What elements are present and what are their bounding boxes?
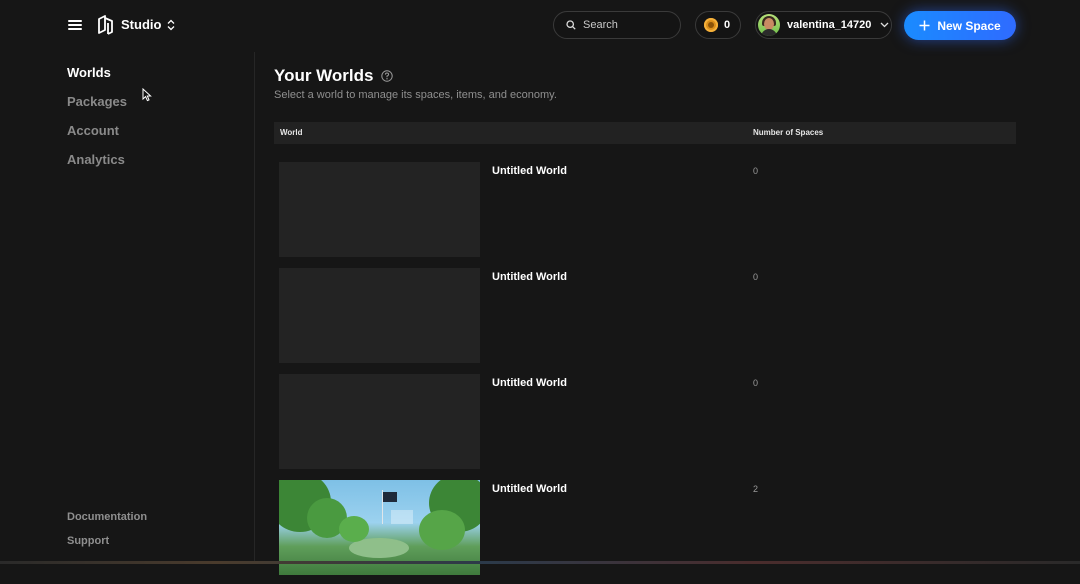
table-row[interactable]: Untitled World 2: [274, 478, 1016, 584]
search-box[interactable]: [553, 11, 681, 39]
plus-icon: [919, 20, 930, 31]
updown-chevron-icon: [167, 19, 175, 30]
world-name: Untitled World: [492, 165, 567, 177]
page-title-group: Your Worlds: [274, 66, 393, 86]
world-name: Untitled World: [492, 271, 567, 283]
user-menu[interactable]: valentina_14720: [755, 11, 892, 39]
table-row[interactable]: Untitled World 0: [274, 160, 1016, 266]
search-icon: [566, 20, 576, 30]
space-count: 0: [753, 272, 759, 282]
username: valentina_14720: [787, 19, 872, 31]
world-thumbnail: [279, 268, 480, 363]
new-space-button[interactable]: New Space: [904, 11, 1016, 40]
page-title: Your Worlds: [274, 66, 374, 85]
chevron-down-icon: [880, 22, 889, 28]
coin-count: 0: [724, 19, 731, 31]
table-row[interactable]: Untitled World 0: [274, 372, 1016, 478]
world-thumbnail: [279, 162, 480, 257]
sidebar-item-analytics[interactable]: Analytics: [67, 151, 127, 180]
logo-icon[interactable]: [96, 15, 116, 35]
new-space-label: New Space: [937, 18, 1001, 33]
space-count: 0: [753, 166, 759, 176]
coin-balance[interactable]: 0: [695, 11, 741, 39]
space-count: 0: [753, 378, 759, 388]
studio-switcher[interactable]: Studio: [121, 17, 175, 32]
help-icon[interactable]: [380, 70, 393, 82]
coin-icon: [704, 18, 718, 32]
worlds-table: Untitled World 0 Untitled World 0 Untitl…: [274, 160, 1016, 584]
avatar: [758, 14, 780, 36]
sidebar-item-worlds[interactable]: Worlds: [67, 64, 127, 93]
documentation-link[interactable]: Documentation: [67, 510, 147, 534]
sidebar: Worlds Packages Account Analytics Docume…: [0, 52, 255, 564]
world-name: Untitled World: [492, 483, 567, 495]
top-bar: Studio 0 valentina_14720 New Space: [0, 0, 1080, 52]
sidebar-item-account[interactable]: Account: [67, 122, 127, 151]
world-thumbnail: [279, 374, 480, 469]
search-input[interactable]: [583, 19, 669, 31]
column-header-spaces: Number of Spaces: [753, 128, 824, 137]
sidebar-footer: Documentation Support: [67, 510, 147, 558]
column-header-world: World: [280, 128, 303, 137]
page-subtitle: Select a world to manage its spaces, ite…: [274, 89, 557, 101]
cursor-icon: [142, 88, 152, 102]
table-header: World Number of Spaces: [274, 122, 1016, 144]
space-count: 2: [753, 484, 759, 494]
world-name: Untitled World: [492, 377, 567, 389]
sidebar-item-packages[interactable]: Packages: [67, 93, 127, 122]
menu-icon[interactable]: [67, 17, 83, 33]
table-row[interactable]: Untitled World 0: [274, 266, 1016, 372]
studio-label: Studio: [121, 17, 162, 32]
support-link[interactable]: Support: [67, 534, 147, 558]
sidebar-nav: Worlds Packages Account Analytics: [67, 64, 127, 180]
